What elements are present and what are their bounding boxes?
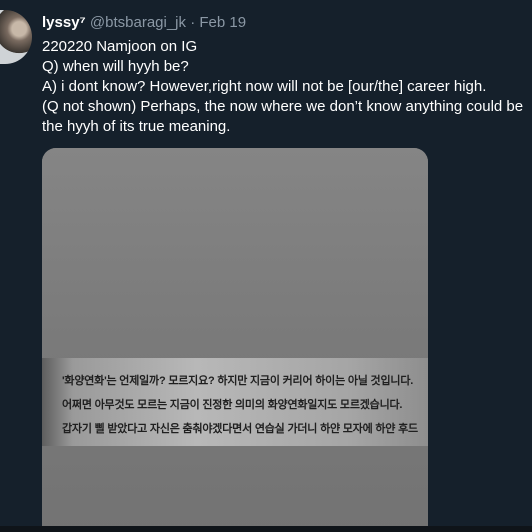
handle[interactable]: @btsbaragi_jk	[90, 14, 186, 31]
tweet-line: the hyyh of its true meaning.	[42, 118, 231, 135]
tweet-line: Q) when will hyyh be?	[42, 58, 189, 75]
tweet-media-image[interactable]: '화양연화'는 언제일까? 모르지요? 하지만 지금이 커리어 하이는 아닐 것…	[42, 148, 428, 532]
separator: ·	[190, 14, 196, 31]
tweet-line: 220220 Namjoon on IG	[42, 38, 198, 55]
scan-text-line: 갑자기 삘 받았다고 자신은 춤춰야겠다면서 연습실 가더니 하얀 모자에 하얀…	[62, 423, 418, 435]
scan-text-line: '화양연화'는 언제일까? 모르지요? 하지만 지금이 커리어 하이는 아닐 것…	[62, 375, 414, 387]
next-tweet-edge	[0, 526, 532, 532]
tweet-line: (Q not shown) Perhaps, the now where we …	[42, 98, 524, 115]
tweet-text: 220220 Namjoon on IG Q) when will hyyh b…	[42, 37, 524, 137]
tweet-line: A) i dont know? However,right now will n…	[42, 78, 487, 95]
avatar[interactable]	[0, 10, 32, 64]
image-background	[42, 148, 428, 532]
display-name[interactable]: lyssy⁷	[42, 14, 86, 31]
tweet-date[interactable]: Feb 19	[199, 14, 246, 31]
book-page-scan: '화양연화'는 언제일까? 모르지요? 하지만 지금이 커리어 하이는 아닐 것…	[42, 358, 428, 446]
tweet-header: lyssy⁷ @btsbaragi_jk · Feb 19	[42, 14, 246, 32]
scan-text-line: 어쩌면 아무것도 모르는 지금이 진정한 의미의 화양연화일지도 모르겠습니다.	[62, 399, 403, 411]
